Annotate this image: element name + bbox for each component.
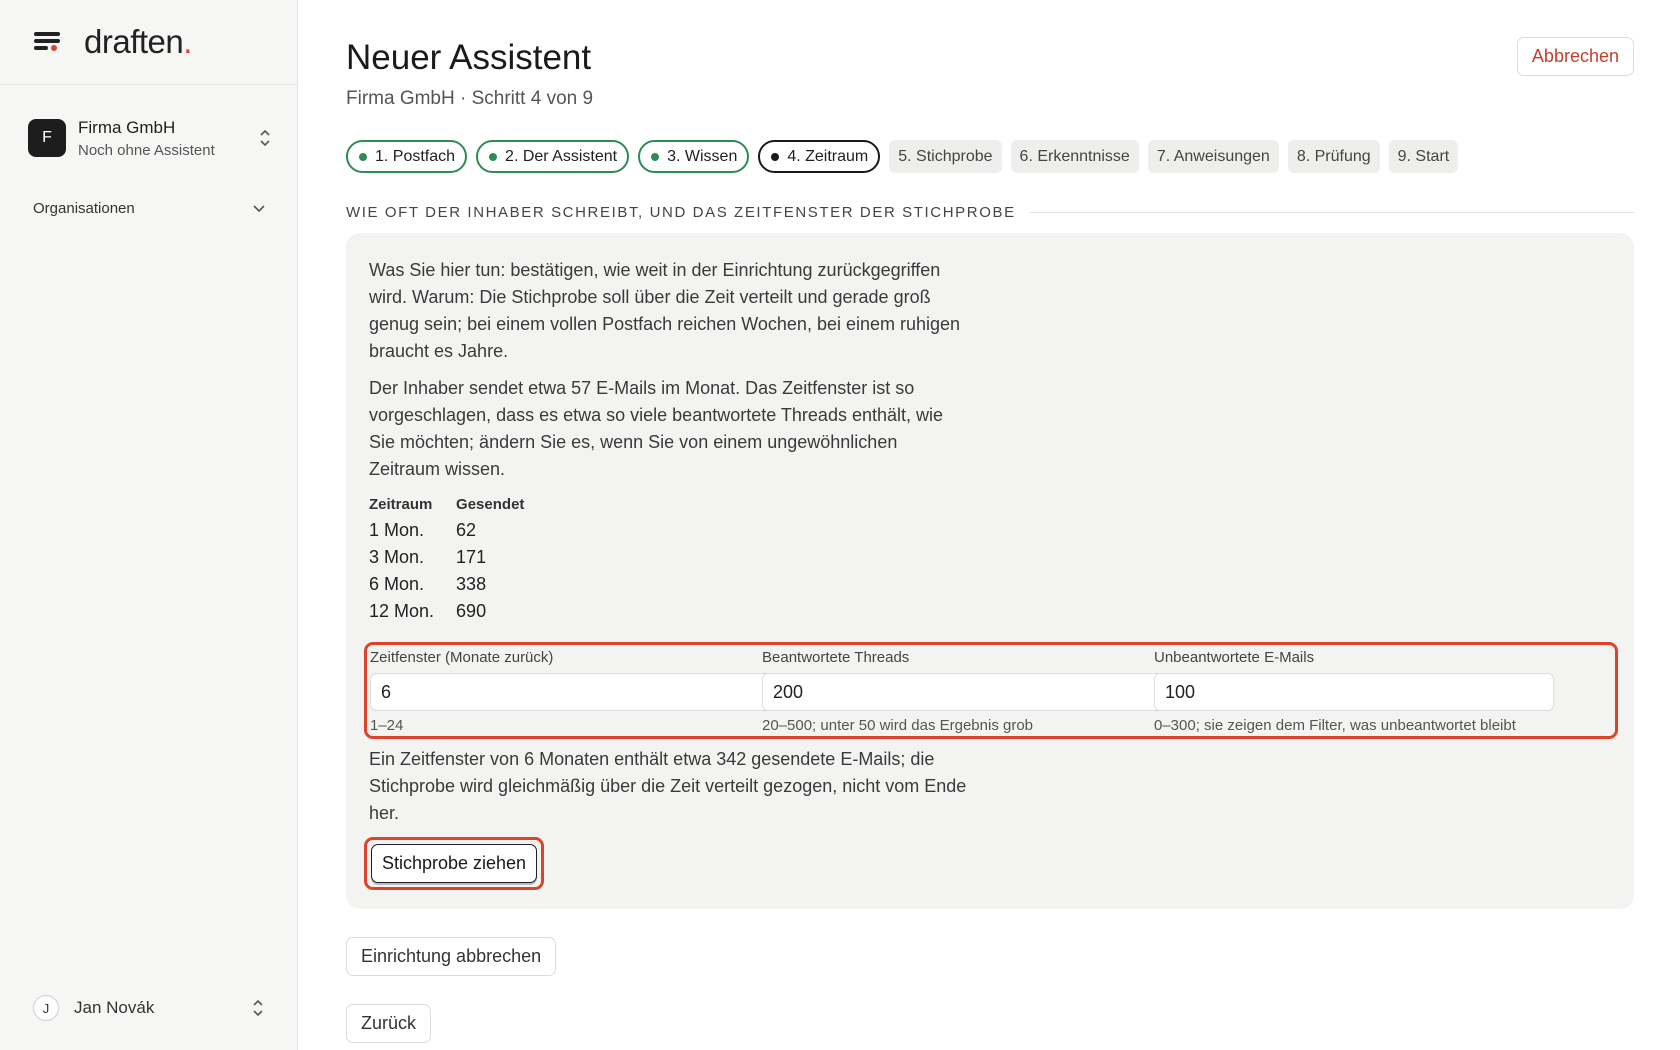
timeframe-panel: Was Sie hier tun: bestätigen, wie weit i…: [346, 233, 1634, 909]
window-field-label: Zeitfenster (Monate zurück): [370, 649, 554, 666]
section-heading: WIE OFT DER INHABER SCHREIBT, UND DAS ZE…: [346, 204, 1634, 221]
intro-text: Was Sie hier tun: bestätigen, wie weit i…: [369, 260, 961, 361]
table-row: 6 Mon. 338: [369, 574, 487, 594]
answered-threads-input[interactable]: [762, 673, 1165, 711]
menu-icon[interactable]: [34, 31, 60, 53]
step-5: 5. Stichprobe: [889, 140, 1002, 173]
sample-button-highlight: Stichprobe ziehen: [364, 837, 544, 890]
step-7: 7. Anweisungen: [1147, 140, 1279, 173]
table-header-period: Zeitraum: [369, 496, 433, 513]
volume-table: Zeitraum Gesendet 1 Mon. 62 3 Mon. 171 6 M…: [369, 496, 546, 625]
step-6: 6. Erkenntnisse: [1010, 140, 1139, 173]
organizations-label: Organisationen: [33, 200, 135, 217]
organizations-section-toggle[interactable]: Organisationen: [33, 200, 265, 217]
main-content: Neuer Assistent Firma GmbH · Schritt 4 v…: [346, 0, 1634, 1050]
step-3[interactable]: 3. Wissen: [638, 140, 750, 173]
logo[interactable]: draften.: [84, 23, 192, 61]
org-avatar: F: [28, 119, 66, 157]
step-8: 8. Prüfung: [1287, 140, 1380, 173]
table-row: 3 Mon. 171: [369, 547, 487, 567]
user-switcher[interactable]: J Jan Novák: [33, 993, 265, 1023]
brand-bar: draften.: [0, 0, 297, 85]
page-subtitle: Firma GmbH · Schritt 4 von 9: [346, 88, 594, 109]
chevron-down-icon: [253, 202, 265, 216]
step-1[interactable]: 1. Postfach: [346, 140, 468, 173]
volume-text: Der Inhaber sendet etwa 57 E-Mails im Mo…: [369, 378, 944, 479]
chevron-updown-icon: [251, 998, 265, 1018]
step-navigation: 1. Postfach 2. Der Assistent 3. Wissen 4…: [346, 140, 1459, 173]
window-field: Zeitfenster (Monate zurück) 1–24: [370, 645, 773, 734]
sidebar: draften. F Firma GmbH Noch ohne Assisten…: [0, 0, 298, 1050]
step-done-dot: [489, 152, 498, 161]
table-row: 1 Mon. 62: [369, 520, 477, 540]
cancel-button[interactable]: Abbrechen: [1516, 37, 1634, 76]
step-done-dot: [651, 152, 660, 161]
step-done-dot: [359, 152, 367, 161]
unanswered-emails-input[interactable]: [1154, 673, 1554, 711]
window-field-hint: 1–24: [370, 717, 404, 734]
cancel-setup-button[interactable]: Einrichtung abbrechen: [346, 937, 557, 976]
unanswered-field-hint: 0–300; sie zeigen dem Filter, was unbean…: [1154, 717, 1516, 734]
unanswered-field-label: Unbeantwortete E-Mails: [1154, 649, 1315, 666]
table-row: 12 Mon. 690: [369, 601, 487, 621]
window-months-input[interactable]: [370, 673, 773, 711]
back-button[interactable]: Zurück: [346, 1004, 432, 1043]
table-header-sent: Gesendet: [456, 496, 525, 513]
user-avatar: J: [33, 995, 59, 1021]
page-title: Neuer Assistent: [346, 38, 592, 77]
answered-field-hint: 20–500; unter 50 wird das Ergebnis grob: [762, 717, 1034, 734]
step-9: 9. Start: [1388, 140, 1459, 173]
draw-sample-button[interactable]: Stichprobe ziehen: [371, 844, 537, 883]
unanswered-field: Unbeantwortete E-Mails 0–300; sie zeigen…: [1154, 645, 1554, 734]
org-name: Firma GmbH: [78, 117, 176, 137]
user-name: Jan Novák: [74, 998, 155, 1017]
org-subtitle: Noch ohne Assistent: [78, 141, 215, 159]
org-switcher[interactable]: F Firma GmbH Noch ohne Assistent: [28, 115, 272, 161]
chevron-updown-icon: [258, 128, 272, 148]
step-current-dot: [771, 152, 780, 161]
section-divider: [1029, 212, 1634, 213]
step-2[interactable]: 2. Der Assistent: [476, 140, 630, 173]
answered-field-label: Beantwortete Threads: [762, 649, 910, 666]
answered-field: Beantwortete Threads 20–500; unter 50 wi…: [762, 645, 1165, 734]
summary-text: Ein Zeitfenster von 6 Monaten enthält et…: [369, 749, 967, 823]
sample-settings-highlight: Zeitfenster (Monate zurück) 1–24 Beantwo…: [364, 642, 1618, 739]
step-4-current[interactable]: 4. Zeitraum: [758, 140, 881, 173]
